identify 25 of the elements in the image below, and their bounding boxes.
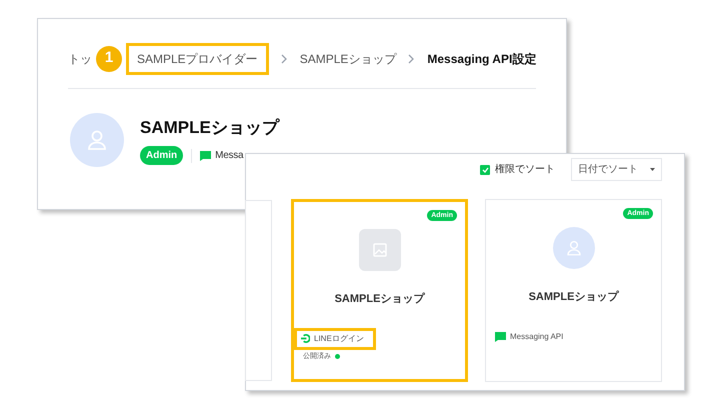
channel-name: SAMPLEショップ (334, 292, 424, 307)
login-icon (301, 334, 310, 343)
checkbox-label: 権限でソート (495, 162, 555, 177)
step-number-badge: 1 (96, 46, 122, 72)
service-label: LINEログイン (294, 328, 376, 350)
check-icon (482, 166, 488, 172)
chat-icon (495, 332, 506, 342)
caret-icon (650, 168, 655, 172)
channel-card[interactable] (245, 200, 272, 381)
channel-title: SAMPLEショップ (140, 116, 279, 139)
breadcrumb-link[interactable]: トッ (68, 50, 92, 68)
image-icon (372, 243, 386, 257)
breadcrumb-link[interactable]: SAMPLEプロバイダー (126, 42, 269, 74)
chevron-right-icon (280, 54, 288, 64)
admin-badge: Admin (140, 146, 184, 166)
sort-dropdown[interactable]: 日付でソート (571, 158, 662, 181)
person-icon (564, 239, 582, 257)
chevron-right-icon (408, 54, 416, 64)
breadcrumb-link[interactable]: SAMPLEショップ (300, 50, 396, 68)
chat-icon (200, 150, 212, 161)
channel-name: SAMPLEショップ (528, 290, 618, 305)
service-label: Messa (215, 149, 244, 164)
service-label: Messaging API (491, 326, 568, 348)
checkbox[interactable] (480, 164, 490, 174)
person-icon (85, 128, 109, 152)
